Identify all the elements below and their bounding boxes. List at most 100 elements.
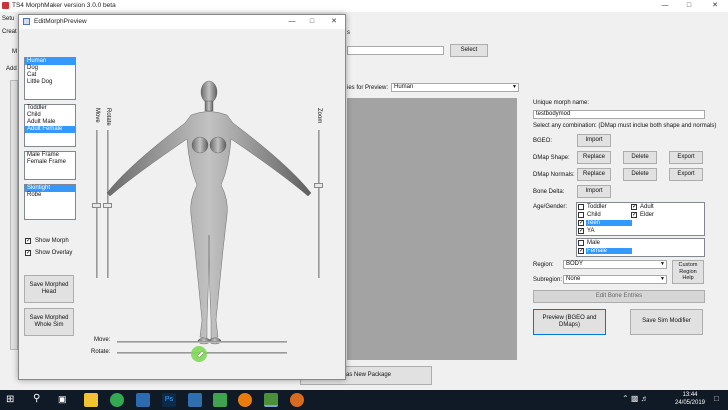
combination-hint: Select any combination: (DMap must inclu…	[533, 123, 717, 129]
app-icon-green[interactable]	[213, 393, 227, 407]
edit-bone-entries-button[interactable]: Edit Bone Entries	[533, 290, 705, 303]
left-panel-edge	[10, 80, 18, 350]
chrome-icon[interactable]	[110, 393, 124, 407]
tab-create-fragment[interactable]: Creat	[2, 29, 17, 35]
age-label: Teen	[586, 220, 632, 226]
checkbox[interactable]	[578, 204, 584, 210]
show-morph-label: Show Morph	[35, 238, 69, 244]
preview-button[interactable]: Preview (BGEO and DMaps)	[533, 309, 606, 335]
outfit-listbox[interactable]: Skintight Robe	[24, 184, 76, 220]
taskbar: ⊞ ⚲ ▣ Ps ⌃ ▩ ♬ 13:44 24/05/2019 □	[0, 390, 728, 410]
age-checklist: Toddler Child ✓ Teen ✓ YA ✓ Adult ✓ Elde…	[576, 202, 705, 236]
windows-start-icon[interactable]: ⊞	[6, 394, 14, 405]
checkbox-checked[interactable]: ✓	[25, 250, 31, 256]
file-explorer-icon[interactable]	[84, 393, 98, 407]
list-item[interactable]: Dog	[25, 65, 75, 72]
preview-window-title: EditMorphPreview	[34, 18, 87, 25]
save-morphed-whole-sim-button[interactable]: Save Morphed Whole Sim	[24, 308, 74, 336]
bgeo-import-button[interactable]: Import	[577, 134, 611, 147]
search-icon[interactable]: ⚲	[33, 393, 40, 404]
system-tray-icons[interactable]: ⌃ ▩ ♬	[622, 394, 649, 403]
blender-icon[interactable]	[238, 393, 252, 407]
unique-name-input[interactable]: testbodymod	[533, 110, 705, 119]
clock-time[interactable]: 13:44	[670, 392, 710, 398]
age-label: Elder	[640, 212, 655, 218]
dmap-normals-delete-button[interactable]: Delete	[623, 168, 657, 181]
checkbox-checked[interactable]: ✓	[631, 212, 637, 218]
dmap-normals-replace-button[interactable]: Replace	[577, 168, 611, 181]
age-label: YA	[587, 228, 595, 234]
bone-delta-import-button[interactable]: Import	[577, 185, 611, 198]
rotate-h-label: Rotate:	[91, 349, 111, 355]
photoshop-icon[interactable]: Ps	[162, 393, 176, 407]
checkbox[interactable]	[578, 212, 584, 218]
close-icon[interactable]: ✕	[706, 0, 724, 12]
sim-body-figure	[106, 80, 312, 345]
morphmaker-icon[interactable]	[264, 393, 278, 407]
menu-fragment[interactable]: Setu	[2, 16, 14, 22]
file-path-input[interactable]	[347, 46, 444, 55]
checkbox-checked[interactable]: ✓	[578, 228, 584, 234]
list-item[interactable]: Female Frame	[25, 159, 75, 166]
dmap-shape-replace-button[interactable]: Replace	[577, 151, 611, 164]
save-sim-modifier-button[interactable]: Save Sim Modifier	[630, 309, 703, 335]
species-select[interactable]: Human ▼	[391, 83, 519, 92]
move-h-label: Move:	[94, 337, 111, 343]
species-label: ies for Preview:	[347, 85, 389, 91]
dmap-shape-export-button[interactable]: Export	[669, 151, 703, 164]
custom-region-help-button[interactable]: Custom Region Help	[672, 260, 704, 284]
checkbox-checked[interactable]: ✓	[578, 248, 584, 254]
age-label: Child	[587, 212, 601, 218]
save-morphed-head-button[interactable]: Save Morphed Head	[24, 275, 74, 303]
window-icon	[23, 18, 30, 25]
checkbox[interactable]	[578, 240, 584, 246]
age-label: Toddler	[587, 204, 607, 210]
list-item[interactable]: Skintight	[25, 185, 75, 192]
list-item[interactable]: Cat	[25, 72, 75, 79]
gender-label: Male	[587, 240, 601, 246]
select-button[interactable]: Select	[450, 44, 488, 57]
species-listbox[interactable]: Human Dog Cat Little Dog	[24, 57, 76, 100]
viewport-area	[347, 98, 517, 360]
app-icon-window[interactable]	[188, 393, 202, 407]
bgeo-label: BGEO:	[533, 138, 553, 144]
list-item[interactable]: Adult Female	[25, 126, 75, 133]
list-item[interactable]: Human	[25, 58, 75, 65]
list-item[interactable]: Little Dog	[25, 79, 75, 86]
minimize-icon[interactable]: —	[283, 16, 301, 28]
frag-label: s	[347, 30, 350, 36]
list-item[interactable]: Adult Male	[25, 119, 75, 126]
subregion-select[interactable]: None ▼	[563, 275, 667, 284]
close-icon[interactable]: ✕	[325, 16, 343, 28]
minimize-icon[interactable]: —	[656, 0, 674, 12]
gender-checklist: Male ✓ Female	[576, 238, 705, 257]
checkbox-checked[interactable]: ✓	[578, 220, 584, 226]
notification-icon[interactable]: □	[714, 394, 719, 403]
subregion-select-value: None	[566, 276, 581, 282]
list-item[interactable]: Male Frame	[25, 152, 75, 159]
region-select[interactable]: BODY ▼	[563, 260, 667, 269]
move-h-slider-track[interactable]	[117, 341, 287, 343]
list-item[interactable]: Robe	[25, 192, 75, 199]
chevron-down-icon: ▼	[660, 261, 665, 267]
dmap-shape-delete-button[interactable]: Delete	[623, 151, 657, 164]
list-item[interactable]: Toddler	[25, 105, 75, 112]
main-titlebar: TS4 MorphMaker version 3.0.0 beta — □ ✕	[0, 0, 728, 12]
maximize-icon[interactable]: □	[303, 16, 321, 28]
tab-add-fragment[interactable]: Add	[6, 66, 17, 72]
age-label: Adult	[640, 204, 654, 210]
app-icon-blue[interactable]	[136, 393, 150, 407]
clock-date[interactable]: 24/05/2019	[670, 400, 710, 406]
frame-listbox[interactable]: Male Frame Female Frame	[24, 151, 76, 180]
task-view-icon[interactable]: ▣	[58, 394, 67, 405]
dmap-normals-export-button[interactable]: Export	[669, 168, 703, 181]
age-listbox[interactable]: Toddler Child Adult Male Adult Female	[24, 104, 76, 147]
left-button-fragment[interactable]: M	[12, 49, 17, 55]
blender-icon-2[interactable]	[290, 393, 304, 407]
dmap-shape-label: DMap Shape:	[533, 155, 570, 161]
list-item[interactable]: Child	[25, 112, 75, 119]
checkbox-checked[interactable]: ✓	[25, 238, 31, 244]
maximize-icon[interactable]: □	[680, 0, 698, 12]
dmap-normals-label: DMap Normals:	[533, 172, 575, 178]
checkbox-checked[interactable]: ✓	[631, 204, 637, 210]
